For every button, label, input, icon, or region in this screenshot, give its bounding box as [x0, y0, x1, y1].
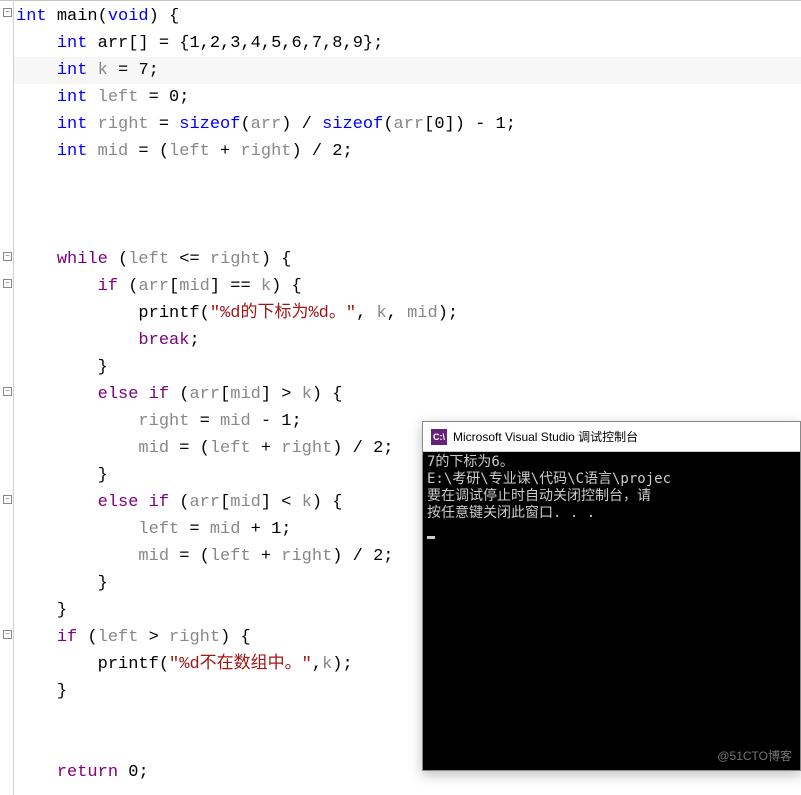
fold-gutter: − − − − − −	[0, 1, 14, 795]
code-line[interactable]: if (arr[mid] == k) {	[16, 273, 516, 300]
code-line[interactable]: int k = 7;	[16, 57, 516, 84]
code-line[interactable]: int left = 0;	[16, 84, 516, 111]
code-line[interactable]	[16, 219, 516, 246]
console-cursor	[427, 536, 435, 539]
fold-toggle-icon[interactable]: −	[3, 387, 12, 396]
vs-icon: C:\	[431, 429, 447, 445]
code-line[interactable]: printf("%d的下标为%d。", k, mid);	[16, 300, 516, 327]
fold-toggle-icon[interactable]: −	[3, 630, 12, 639]
debug-console-window[interactable]: C:\ Microsoft Visual Studio 调试控制台 7的下标为6…	[422, 421, 801, 771]
code-line[interactable]: break;	[16, 327, 516, 354]
fold-toggle-icon[interactable]: −	[3, 495, 12, 504]
code-line[interactable]	[16, 192, 516, 219]
fold-toggle-icon[interactable]: −	[3, 252, 12, 261]
watermark: @51CTO博客	[717, 747, 792, 764]
console-output: 7的下标为6。 E:\考研\专业课\代码\C语言\projec 要在调试停止时自…	[423, 452, 800, 770]
code-line[interactable]	[16, 165, 516, 192]
code-line[interactable]: }	[16, 354, 516, 381]
code-line[interactable]: else if (arr[mid] > k) {	[16, 381, 516, 408]
code-line[interactable]: while (left <= right) {	[16, 246, 516, 273]
console-title: Microsoft Visual Studio 调试控制台	[453, 428, 638, 445]
code-line[interactable]: int mid = (left + right) / 2;	[16, 138, 516, 165]
code-line[interactable]: int arr[] = {1,2,3,4,5,6,7,8,9};	[16, 30, 516, 57]
console-titlebar[interactable]: C:\ Microsoft Visual Studio 调试控制台	[423, 422, 800, 452]
code-line[interactable]: int right = sizeof(arr) / sizeof(arr[0])…	[16, 111, 516, 138]
code-line[interactable]: int main(void) {	[16, 3, 516, 30]
fold-toggle-icon[interactable]: −	[3, 8, 12, 17]
fold-toggle-icon[interactable]: −	[3, 279, 12, 288]
